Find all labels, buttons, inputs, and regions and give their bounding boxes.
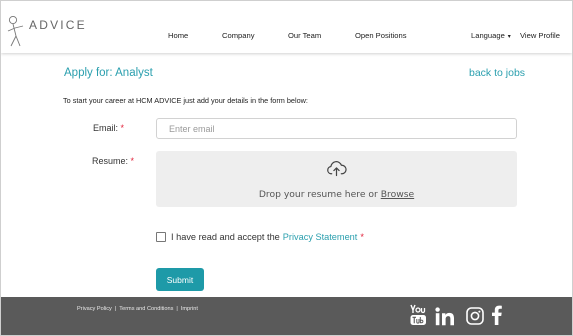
footer-separator: | xyxy=(114,306,117,312)
browse-link[interactable]: Browse xyxy=(381,189,414,200)
back-to-jobs-link[interactable]: back to jobs xyxy=(469,67,525,79)
submit-button[interactable]: Submit xyxy=(156,268,204,291)
language-dropdown[interactable]: Language ▾ xyxy=(471,31,511,40)
chevron-down-icon: ▾ xyxy=(507,34,511,40)
resume-required-marker: * xyxy=(130,156,135,166)
brand-logo-text: ADVICE xyxy=(29,18,87,32)
brand-logo[interactable]: ADVICE xyxy=(7,15,87,49)
footer-links: Privacy Policy | Terms and Conditions | Impr… xyxy=(77,306,198,312)
email-label-text: Email: xyxy=(93,123,119,133)
nav-home[interactable]: Home xyxy=(168,31,188,40)
footer-terms-link[interactable]: Terms and Conditions xyxy=(119,306,173,312)
language-label: Language xyxy=(471,31,505,40)
privacy-checkbox[interactable] xyxy=(156,232,166,242)
nav-open-positions[interactable]: Open Positions xyxy=(355,31,407,40)
nav-company[interactable]: Company xyxy=(222,31,255,40)
resume-dropzone[interactable]: Drop your resume here or Browse xyxy=(156,151,517,207)
footer-imprint-link[interactable]: Imprint xyxy=(181,306,198,312)
youtube-icon[interactable] xyxy=(410,304,427,327)
site-footer: Privacy Policy | Terms and Conditions | Impr… xyxy=(1,297,572,335)
dropzone-instructions: Drop your resume here or xyxy=(258,189,381,200)
facebook-icon[interactable] xyxy=(492,305,502,325)
intro-text: To start your career at HCM ADVICE just … xyxy=(63,96,308,105)
instagram-icon[interactable] xyxy=(466,307,484,325)
browser-page: ADVICE Home Company Our Team Open Positi… xyxy=(0,0,573,336)
footer-separator: | xyxy=(176,306,178,312)
privacy-consent-text: I have read and accept the xyxy=(171,232,280,242)
page-title: Apply for: Analyst xyxy=(64,67,153,79)
email-label: Email: * xyxy=(93,123,124,133)
stick-figure-logo-icon xyxy=(7,15,24,47)
privacy-consent-row: I have read and accept the Privacy State… xyxy=(156,232,364,242)
cloud-upload-icon xyxy=(327,161,347,177)
privacy-required-marker: * xyxy=(360,232,364,242)
resume-label-text: Resume: xyxy=(92,156,129,166)
resume-label: Resume: * xyxy=(92,156,134,166)
linkedin-icon[interactable] xyxy=(435,307,455,326)
nav-our-team[interactable]: Our Team xyxy=(288,31,321,40)
nav-view-profile[interactable]: View Profile xyxy=(520,31,560,40)
email-required-marker: * xyxy=(120,123,125,133)
dropzone-text: Drop your resume here or Browse xyxy=(156,189,517,200)
footer-privacy-policy-link[interactable]: Privacy Policy xyxy=(77,306,112,312)
privacy-statement-link[interactable]: Privacy Statement xyxy=(283,232,358,242)
email-input[interactable] xyxy=(156,118,517,139)
site-header: ADVICE Home Company Our Team Open Positi… xyxy=(1,1,572,53)
